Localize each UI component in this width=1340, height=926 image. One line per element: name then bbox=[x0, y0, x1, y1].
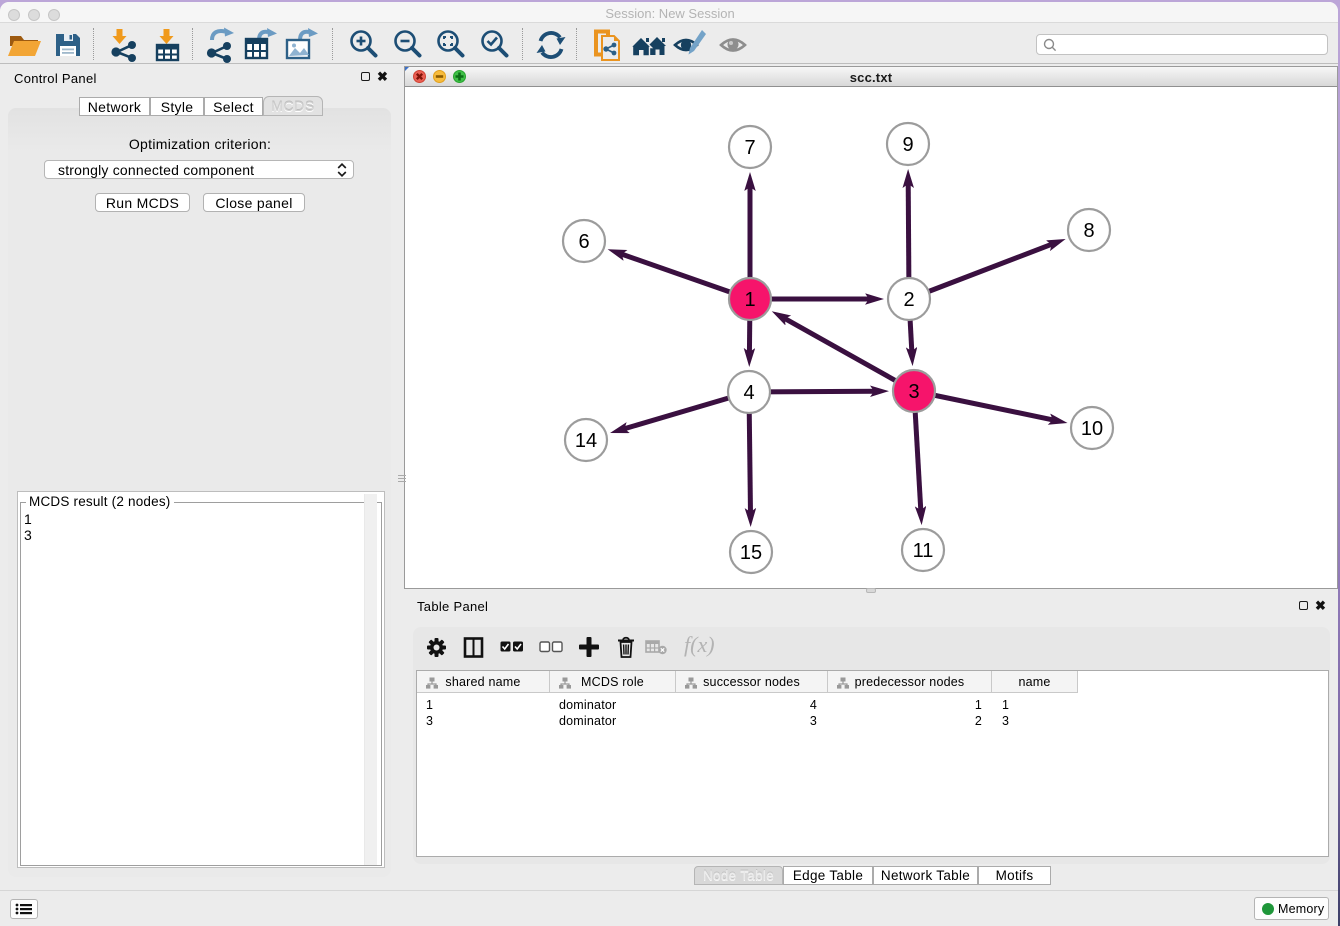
svg-text:11: 11 bbox=[913, 540, 934, 562]
svg-text:2: 2 bbox=[903, 289, 914, 311]
svg-text:15: 15 bbox=[740, 542, 762, 564]
svg-text:4: 4 bbox=[743, 382, 754, 404]
svg-text:6: 6 bbox=[578, 231, 589, 253]
svg-text:9: 9 bbox=[902, 134, 913, 156]
svg-text:14: 14 bbox=[575, 430, 597, 452]
svg-text:8: 8 bbox=[1083, 220, 1094, 242]
svg-text:3: 3 bbox=[908, 381, 919, 403]
svg-text:7: 7 bbox=[744, 137, 755, 159]
svg-text:1: 1 bbox=[744, 289, 755, 311]
svg-text:10: 10 bbox=[1081, 418, 1103, 440]
